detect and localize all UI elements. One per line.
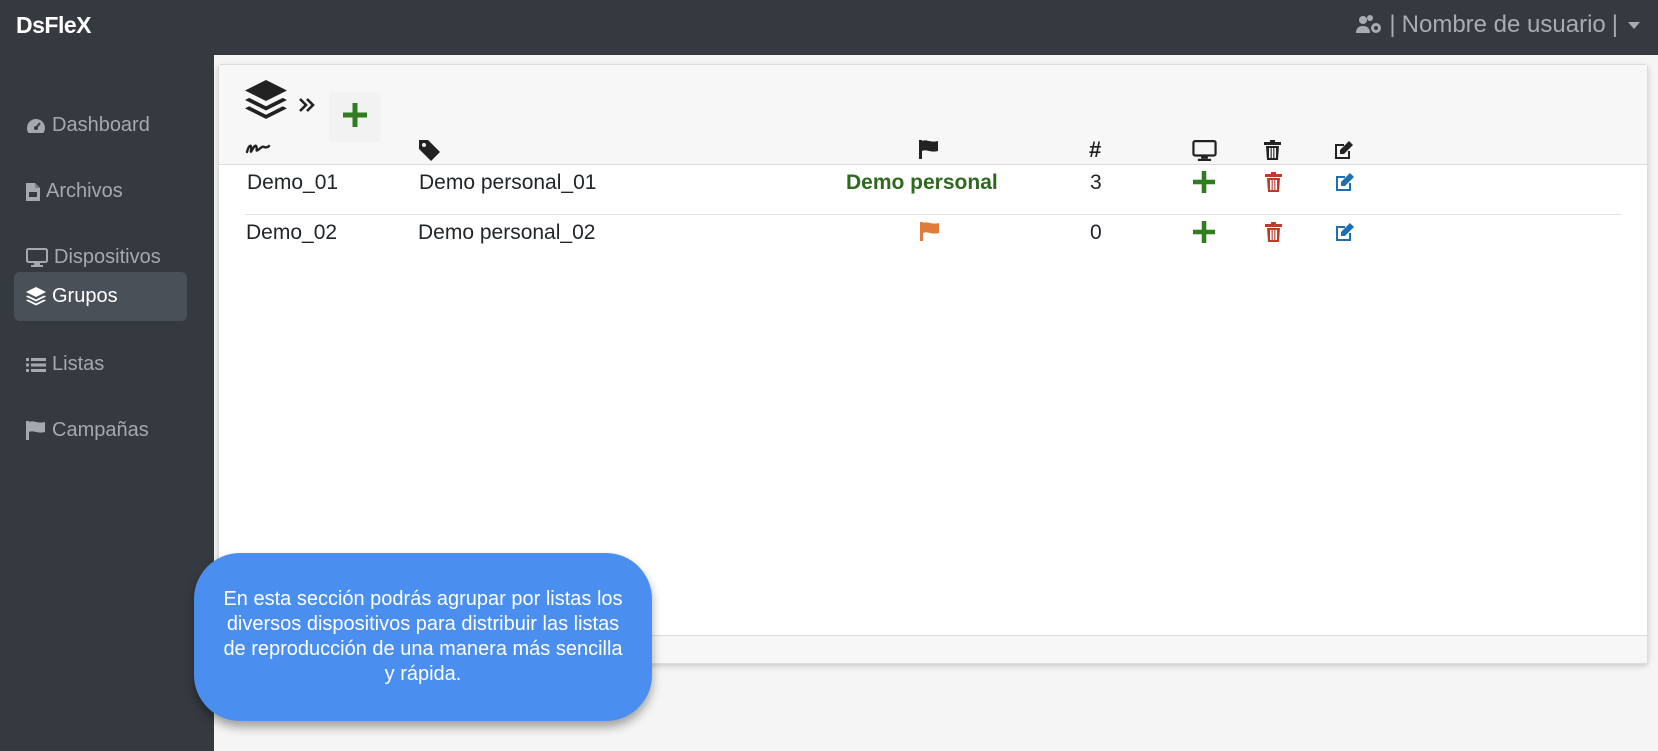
group-description: Demo personal_01 xyxy=(419,171,597,194)
edit-button[interactable] xyxy=(1334,172,1356,197)
flag-icon xyxy=(919,140,939,164)
sidebar-item-label: Dispositivos xyxy=(54,246,161,268)
edit-icon xyxy=(1333,140,1355,165)
users-cog-icon xyxy=(1355,14,1383,36)
device-count: 0 xyxy=(1090,221,1102,244)
delete-button[interactable] xyxy=(1265,222,1282,247)
signature-icon xyxy=(245,140,271,161)
user-separator-right: | xyxy=(1611,11,1618,38)
trash-icon xyxy=(1264,140,1281,165)
layers-icon xyxy=(26,287,46,306)
flag-icon[interactable] xyxy=(920,222,940,246)
row-divider xyxy=(245,214,1621,215)
group-name: Demo_02 xyxy=(246,221,338,244)
tachometer-icon xyxy=(26,117,46,135)
desktop-icon xyxy=(26,248,48,267)
edit-button[interactable] xyxy=(1334,222,1356,247)
group-name: Demo_01 xyxy=(247,171,339,194)
sidebar-item-label: Listas xyxy=(52,353,105,375)
sidebar-item-label: Archivos xyxy=(46,180,123,202)
campaign-link[interactable]: Demo personal xyxy=(846,171,998,195)
user-name[interactable]: Nombre de usuario xyxy=(1402,11,1606,39)
sidebar-item-label: Campañas xyxy=(52,419,149,441)
group-description: Demo personal_02 xyxy=(418,221,596,244)
sidebar-item-label: Dashboard xyxy=(52,114,150,136)
sidebar-item-listas[interactable]: Listas xyxy=(14,340,187,389)
card-header: # xyxy=(219,65,1647,165)
chevrons-right-icon xyxy=(299,98,315,117)
user-separator-left: | xyxy=(1389,11,1396,38)
top-navbar: DsFleX | Nombre de usuario | xyxy=(0,0,1658,55)
help-tooltip: En esta sección podrás agrupar por lista… xyxy=(194,553,652,721)
tag-icon xyxy=(419,140,440,166)
tooltip-text: En esta sección podrás agrupar por lista… xyxy=(223,588,623,685)
brand-logo[interactable]: DsFleX xyxy=(16,12,91,39)
desktop-icon xyxy=(1192,140,1217,166)
plus-icon xyxy=(343,102,367,132)
sidebar-item-dashboard[interactable]: Dashboard xyxy=(14,101,187,150)
sidebar: Dashboard Archivos Dispositivos Grupos L… xyxy=(0,55,214,751)
sidebar-item-label: Grupos xyxy=(52,285,118,307)
sidebar-item-archivos[interactable]: Archivos xyxy=(14,167,187,216)
add-device-button[interactable] xyxy=(1193,171,1215,198)
count-column-header: # xyxy=(1089,137,1102,162)
add-device-button[interactable] xyxy=(1193,221,1215,248)
device-count: 3 xyxy=(1090,171,1102,194)
chevron-down-icon[interactable] xyxy=(1628,21,1640,29)
layers-icon xyxy=(245,80,287,125)
delete-button[interactable] xyxy=(1265,172,1282,197)
flag-icon xyxy=(26,421,46,440)
sidebar-item-campanas[interactable]: Campañas xyxy=(14,406,187,455)
user-menu[interactable]: | Nombre de usuario | xyxy=(1355,10,1640,40)
file-icon xyxy=(26,182,40,201)
add-group-button[interactable] xyxy=(329,92,381,142)
list-icon xyxy=(26,357,46,373)
sidebar-item-grupos[interactable]: Grupos xyxy=(14,272,187,321)
